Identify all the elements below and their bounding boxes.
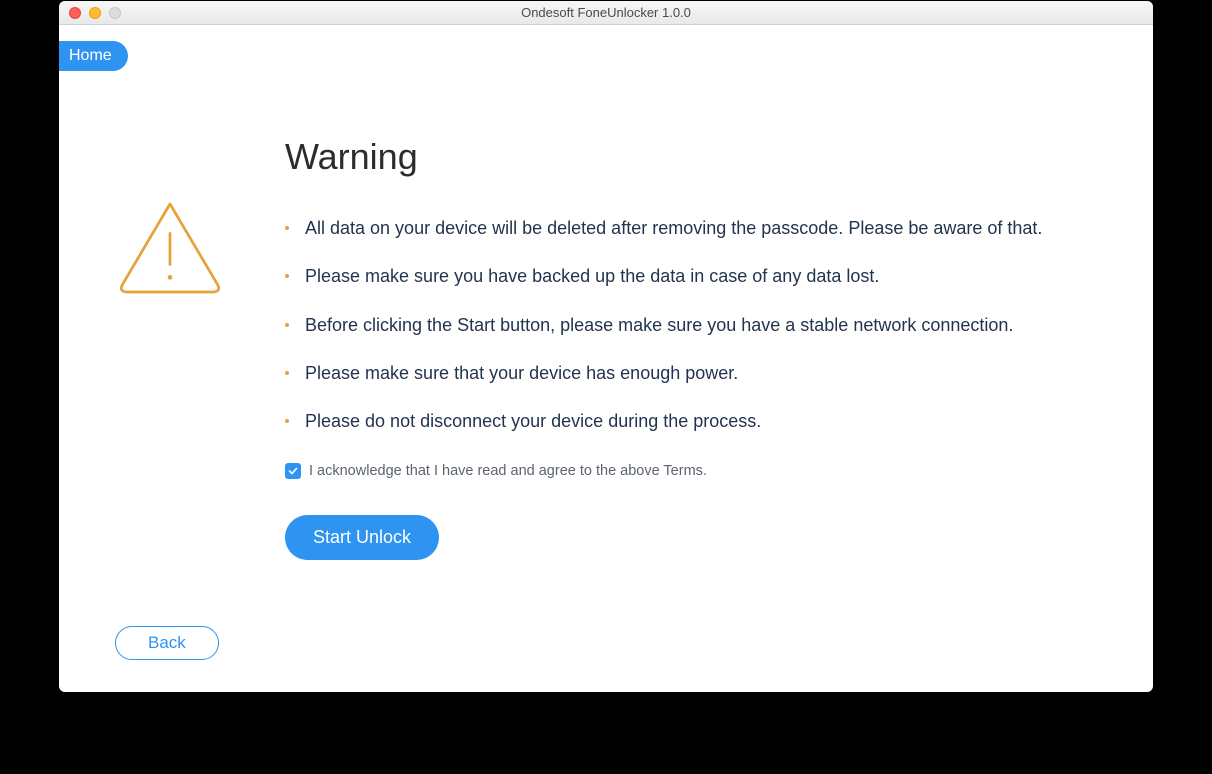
app-window: Ondesoft FoneUnlocker 1.0.0 Home Warning… <box>59 1 1153 692</box>
warning-list: All data on your device will be deleted … <box>285 216 1113 433</box>
warning-list-item: Before clicking the Start button, please… <box>285 313 1113 337</box>
acknowledge-checkbox[interactable] <box>285 463 301 479</box>
warning-list-item: All data on your device will be deleted … <box>285 216 1113 240</box>
main-column: Warning All data on your device will be … <box>285 81 1153 560</box>
warning-list-item: Please make sure you have backed up the … <box>285 264 1113 288</box>
warning-heading: Warning <box>285 136 1113 178</box>
warning-triangle-icon <box>115 193 225 303</box>
acknowledge-label: I acknowledge that I have read and agree… <box>309 463 707 479</box>
home-tab[interactable]: Home <box>59 41 128 71</box>
warning-list-item: Please do not disconnect your device dur… <box>285 409 1113 433</box>
acknowledge-row: I acknowledge that I have read and agree… <box>285 463 1113 479</box>
content-area: Warning All data on your device will be … <box>59 81 1153 692</box>
back-button[interactable]: Back <box>115 626 219 660</box>
warning-list-item: Please make sure that your device has en… <box>285 361 1113 385</box>
start-unlock-button[interactable]: Start Unlock <box>285 515 439 560</box>
titlebar: Ondesoft FoneUnlocker 1.0.0 <box>59 1 1153 25</box>
window-title: Ondesoft FoneUnlocker 1.0.0 <box>59 5 1153 20</box>
